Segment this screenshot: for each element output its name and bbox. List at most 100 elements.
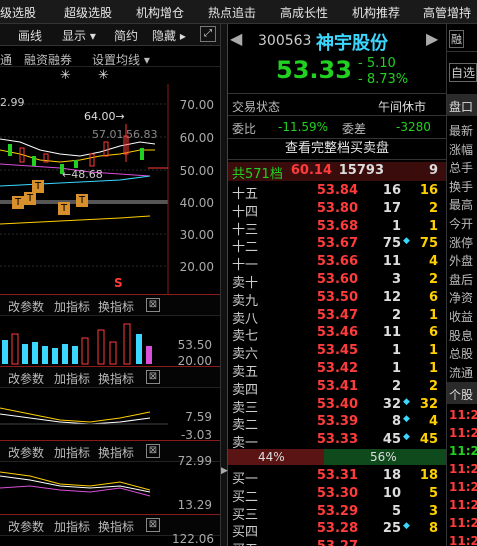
weicha-label: 委差: [342, 122, 367, 136]
close-icon[interactable]: ⊠: [146, 298, 160, 312]
add-indicator-button[interactable]: 加指标: [54, 298, 90, 315]
ask-volume: 8: [391, 414, 401, 430]
side-item-label: 流通: [449, 365, 474, 380]
margin-tag[interactable]: 融: [449, 30, 464, 48]
ask-price: 53.50: [316, 289, 358, 305]
tab-executive-increase[interactable]: 高管增持: [423, 4, 471, 21]
modify-params-button[interactable]: 改参数: [8, 444, 44, 461]
tab-stock-detail[interactable]: 个股: [449, 386, 473, 403]
ask-price: 53.80: [316, 200, 358, 216]
change-percent: - 8.73%: [358, 72, 409, 87]
side-item-label: 涨停: [449, 235, 474, 250]
ask-row[interactable]: 卖三 53.40 32 ◆ 32: [228, 396, 446, 416]
chart-header-item[interactable]: 通: [0, 51, 12, 68]
macd-pane[interactable]: 7.59: [0, 388, 212, 438]
simple-mode-button[interactable]: 简约: [114, 27, 138, 44]
panel-divider[interactable]: ▶: [220, 24, 228, 546]
collapse-arrow-icon[interactable]: ▶: [221, 466, 228, 476]
ask-change: 2: [428, 272, 438, 287]
tab-institution-recommend[interactable]: 机构推荐: [352, 4, 400, 21]
tick-time: 11:2: [449, 462, 477, 476]
stock-code: 300563: [258, 33, 312, 49]
bid-row[interactable]: 买一 53.31 18 18: [228, 467, 446, 487]
bid-price: 53.30: [316, 485, 358, 501]
ask-row[interactable]: 卖十 53.60 3 2: [228, 271, 446, 291]
side-item-label: 净资: [449, 291, 474, 306]
bid-row[interactable]: 买四 53.28 25 ◆ 8: [228, 520, 446, 540]
volume-svg: [2, 323, 152, 365]
tab-super-select[interactable]: 超级选股: [64, 4, 112, 21]
next-stock-icon[interactable]: ▶: [426, 29, 438, 48]
side-item-label: 最高: [449, 198, 474, 213]
kline-chart[interactable]: 2.99 64.00→ 57.01 56.83 ←48.68 70.00 60.…: [0, 84, 220, 294]
tab-hot-chase[interactable]: 热点追击: [208, 4, 256, 21]
diamond-icon: ◆: [403, 396, 410, 407]
set-ma-dropdown[interactable]: 设置均线 ▾: [92, 51, 150, 68]
tick-time: 11:2: [449, 480, 477, 494]
tab-high-growth[interactable]: 高成长性: [280, 4, 328, 21]
bid-change: 3: [428, 503, 438, 519]
ask-row[interactable]: 卖六 53.45 1 1: [228, 342, 446, 362]
draw-line-button[interactable]: 画线: [18, 27, 42, 44]
bid-row[interactable]: 买二 53.30 10 5: [228, 485, 446, 505]
y-axis-tick: 70.00: [179, 98, 214, 112]
bid-row[interactable]: 买五 53.27: [228, 538, 446, 546]
prev-stock-icon[interactable]: ◀: [230, 29, 242, 48]
add-favorite-button[interactable]: 自选: [449, 63, 477, 82]
close-icon[interactable]: ⊠: [146, 444, 160, 458]
add-indicator-button[interactable]: 加指标: [54, 370, 90, 387]
ask-row[interactable]: 卖五 53.42 1 1: [228, 360, 446, 380]
t-marker: T: [32, 180, 44, 193]
ask-volume: 11: [382, 325, 401, 341]
expand-icon[interactable]: ⤢: [200, 26, 216, 42]
ask-row[interactable]: 十三 53.68 1 1: [228, 218, 446, 238]
kdj-pane[interactable]: 72.99: [0, 454, 212, 506]
ask-price: 53.40: [316, 396, 358, 412]
ask-change: 1: [428, 361, 438, 376]
ask-row[interactable]: 十五 53.84 16 16: [228, 182, 446, 202]
ask-change: 32: [419, 396, 438, 412]
close-icon[interactable]: ⊠: [146, 518, 160, 532]
close-icon[interactable]: ⊠: [146, 370, 160, 384]
ask-row[interactable]: 十一 53.66 11 4: [228, 253, 446, 273]
ask-row[interactable]: 十四 53.80 17 2: [228, 200, 446, 220]
ask-change: 4: [428, 414, 438, 430]
switch-indicator-button[interactable]: 换指标: [98, 298, 134, 315]
switch-indicator-button[interactable]: 换指标: [98, 518, 134, 535]
y-axis-tick: 53.50: [177, 338, 212, 352]
full-book-link[interactable]: 查看完整档买卖盘: [228, 138, 446, 160]
bid-row[interactable]: 买三 53.29 5 3: [228, 503, 446, 523]
ask-row[interactable]: 卖八 53.47 2 1: [228, 307, 446, 327]
tab-institution-increase[interactable]: 机构增仓: [136, 4, 184, 21]
current-price: 53.33: [276, 56, 352, 84]
add-indicator-button[interactable]: 加指标: [54, 518, 90, 535]
side-item-label: 总股: [449, 347, 474, 362]
change-amount: 5.10: [366, 56, 396, 71]
ask-row[interactable]: 卖九 53.50 12 6: [228, 289, 446, 309]
ask-row[interactable]: 卖四 53.41 2 2: [228, 378, 446, 398]
ask-change: 1: [428, 307, 438, 323]
ask-volume: 1: [391, 343, 401, 359]
margin-trading-button[interactable]: 融资融券: [24, 51, 72, 68]
volume-pane[interactable]: 53.50: [0, 316, 212, 366]
ask-row[interactable]: 卖一 53.33 45 ◆ 45: [228, 431, 446, 451]
ask-price: 53.60: [316, 272, 358, 287]
add-indicator-button[interactable]: 加指标: [54, 444, 90, 461]
ask-price: 53.47: [316, 307, 358, 323]
modify-params-button[interactable]: 改参数: [8, 370, 44, 387]
tab-pankou[interactable]: 盘口: [449, 98, 473, 115]
tab-super-select-partial[interactable]: 级选股: [0, 4, 36, 21]
ask-change: 16: [419, 183, 438, 198]
switch-indicator-button[interactable]: 换指标: [98, 444, 134, 461]
diamond-icon: ◆: [403, 432, 410, 443]
ask-row[interactable]: 卖七 53.46 11 6: [228, 324, 446, 344]
switch-indicator-button[interactable]: 换指标: [98, 370, 134, 387]
modify-params-button[interactable]: 改参数: [8, 298, 44, 315]
macd-svg: [0, 407, 168, 425]
modify-params-button[interactable]: 改参数: [8, 518, 44, 535]
display-dropdown[interactable]: 显示 ▾: [62, 27, 96, 44]
side-item-label: 股息: [449, 328, 474, 343]
ask-row[interactable]: 十二 53.67 75 ◆ 75: [228, 235, 446, 255]
ask-row[interactable]: 卖二 53.39 8 ◆ 4: [228, 413, 446, 433]
hide-button[interactable]: 隐藏 ▸: [152, 27, 186, 44]
